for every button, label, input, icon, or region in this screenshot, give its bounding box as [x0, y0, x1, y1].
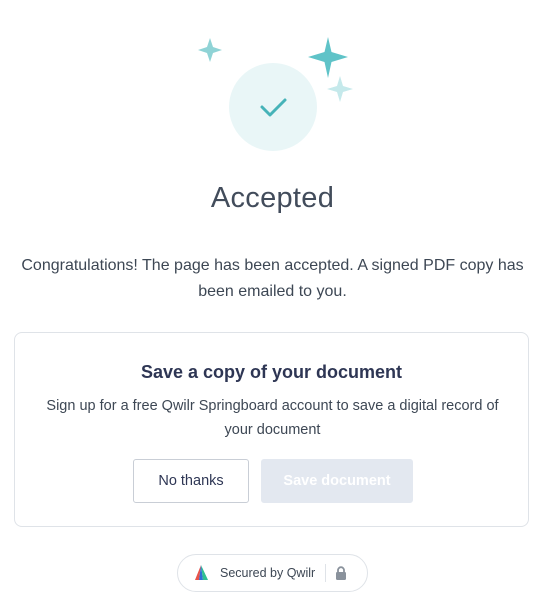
success-illustration [198, 37, 353, 151]
card-description: Sign up for a free Qwilr Springboard acc… [46, 398, 499, 438]
acceptance-page: Accepted Congratulations! The page has b… [0, 0, 560, 614]
sparkle-icon [327, 76, 353, 102]
lock-icon [336, 565, 347, 580]
qwilr-logo-icon [195, 565, 208, 580]
no-thanks-button[interactable]: No thanks [133, 459, 249, 503]
sparkle-icon [198, 38, 222, 62]
secured-label: Secured by Qwilr [220, 566, 316, 580]
confirmation-message: Congratulations! The page has been accep… [21, 257, 524, 300]
sparkle-icon [308, 37, 348, 78]
card-title: Save a copy of your document [140, 362, 403, 382]
success-circle [229, 63, 317, 151]
divider [325, 564, 327, 582]
save-copy-card: Save a copy of your document Sign up for… [14, 332, 529, 527]
secured-by-badge[interactable]: Secured by Qwilr [177, 554, 368, 592]
page-title: Accepted [210, 182, 335, 214]
save-document-button[interactable]: Save document [261, 459, 413, 503]
